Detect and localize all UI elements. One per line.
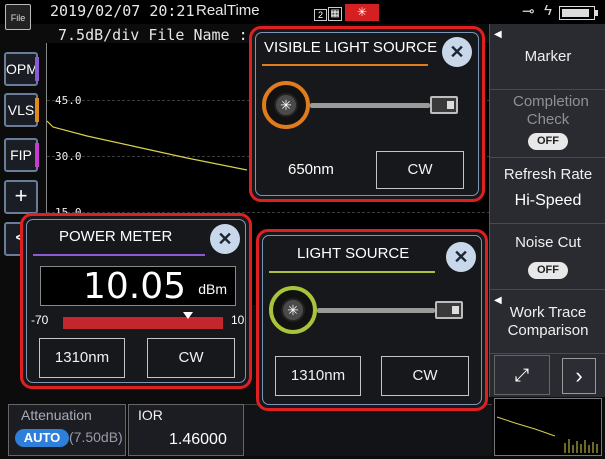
next-page-button[interactable]: ›: [562, 358, 596, 394]
vls-wavelength: 650nm: [288, 161, 334, 178]
fiber-line: [317, 308, 435, 313]
close-icon[interactable]: ✕: [446, 242, 476, 272]
marker-button[interactable]: ◀ Marker: [490, 24, 605, 90]
laser-on-badge: ✳: [345, 4, 379, 21]
power-meter-popup: POWER METER ✕ 10.05 dBm -70 10 1310nm CW: [20, 213, 252, 389]
refresh-rate-button[interactable]: Refresh Rate Hi-Speed: [490, 158, 605, 224]
marker-label: Marker: [524, 48, 572, 65]
power-unit: dBm: [198, 281, 227, 297]
pm-wavelength-button[interactable]: 1310nm: [39, 338, 125, 378]
ior-panel[interactable]: IOR 1.46000: [128, 404, 244, 456]
scale-max-label: 10: [231, 313, 245, 327]
attenuation-value: (7.50dB): [69, 429, 123, 445]
opm-accent: [35, 57, 39, 81]
ls-mode-button[interactable]: CW: [381, 356, 469, 396]
status-bar: File 2019/02/07 20:21 RealTime 2 ▦ ✳ ⊸ ϟ: [0, 0, 605, 30]
vls-button[interactable]: VLS: [4, 93, 39, 127]
datetime: 2019/02/07 20:21: [50, 2, 195, 20]
noise-cut-toggle[interactable]: OFF: [528, 262, 568, 279]
vls-label: VLS: [7, 102, 35, 118]
add-button[interactable]: +: [4, 180, 38, 214]
completion-check-button[interactable]: Completion Check OFF: [490, 90, 605, 158]
vls-mode-button[interactable]: CW: [376, 151, 464, 189]
refresh-rate-label: Refresh Rate: [503, 166, 593, 183]
ls-wavelength-button[interactable]: 1310nm: [275, 356, 361, 396]
vls-title-underline: [262, 64, 428, 66]
work-trace-comparison-button[interactable]: ◀ Work Trace Comparison: [490, 290, 605, 354]
trace-line: [47, 120, 248, 171]
scale-min-label: -70: [31, 313, 49, 327]
chevron-left-icon: ◀: [494, 295, 502, 306]
noise-cut-button[interactable]: Noise Cut OFF: [490, 224, 605, 290]
close-icon[interactable]: ✕: [442, 37, 472, 67]
noise-cut-label: Noise Cut: [515, 234, 581, 251]
completion-check-label: Completion Check: [513, 93, 589, 128]
charging-icon: ϟ: [544, 2, 552, 19]
power-level-marker: [182, 312, 193, 319]
expand-icon[interactable]: ⤢: [494, 355, 550, 395]
ior-value: 1.46000: [169, 431, 227, 448]
power-value: 10.05: [83, 266, 187, 307]
fip-accent: [35, 143, 39, 167]
laser-burst-icon: ✳: [281, 298, 305, 322]
opm-label: OPM: [6, 61, 38, 77]
opm-button[interactable]: OPM: [4, 52, 39, 86]
close-icon[interactable]: ✕: [210, 224, 240, 254]
completion-check-toggle[interactable]: OFF: [528, 133, 568, 150]
connector-icon: [435, 301, 463, 319]
light-source-popup: LIGHT SOURCE ✕ ✳ 1310nm CW: [256, 229, 488, 411]
ls-title: LIGHT SOURCE: [297, 245, 410, 262]
file-icon[interactable]: File: [5, 4, 31, 30]
pm-title-underline: [33, 254, 205, 256]
scale-value: 7.5dB/div: [58, 26, 140, 44]
fip-label: FIP: [10, 147, 32, 163]
chevron-left-icon: ◀: [494, 29, 502, 40]
fiber-line: [310, 103, 430, 108]
channel-number: 2: [314, 9, 327, 21]
right-menu: ◀ Marker Completion Check OFF Refresh Ra…: [489, 24, 605, 397]
plug-icon: ⊸: [522, 3, 535, 20]
laser-dial-icon[interactable]: ✳: [262, 81, 310, 129]
pm-mode-button[interactable]: CW: [147, 338, 235, 378]
pm-title: POWER METER: [59, 228, 173, 245]
attenuation-panel[interactable]: Attenuation AUTO (7.50dB): [8, 404, 126, 456]
ior-title: IOR: [138, 407, 163, 423]
work-trace-label: Work Trace Comparison: [507, 304, 589, 339]
bottom-strip: [244, 404, 492, 456]
power-level-bar: [63, 317, 223, 329]
file-name-label: File Name :: [148, 26, 248, 44]
vls-title: VISIBLE LIGHT SOURCE: [264, 39, 438, 56]
attenuation-title: Attenuation: [21, 407, 92, 423]
measurement-mode: RealTime: [196, 2, 260, 19]
refresh-rate-value: Hi-Speed: [514, 192, 582, 209]
connector-icon: [430, 96, 458, 114]
overview-trace[interactable]: [494, 398, 602, 456]
vls-accent: [35, 98, 39, 122]
overview-trace-svg: [496, 416, 598, 453]
trace-header: 7.5dB/div File Name :: [58, 26, 248, 44]
attenuation-auto-badge: AUTO: [15, 429, 69, 447]
overview-trace-line: [496, 416, 556, 437]
fip-button[interactable]: FIP: [4, 138, 39, 172]
visible-light-source-popup: VISIBLE LIGHT SOURCE ✕ ✳ 650nm CW: [249, 26, 485, 202]
grid-icon: ▦: [328, 7, 342, 21]
ls-title-underline: [269, 271, 435, 273]
power-readout: 10.05 dBm: [40, 266, 236, 307]
laser-dial-icon[interactable]: ✳: [269, 286, 317, 334]
laser-burst-icon: ✳: [274, 93, 298, 117]
battery-icon: [559, 6, 598, 20]
